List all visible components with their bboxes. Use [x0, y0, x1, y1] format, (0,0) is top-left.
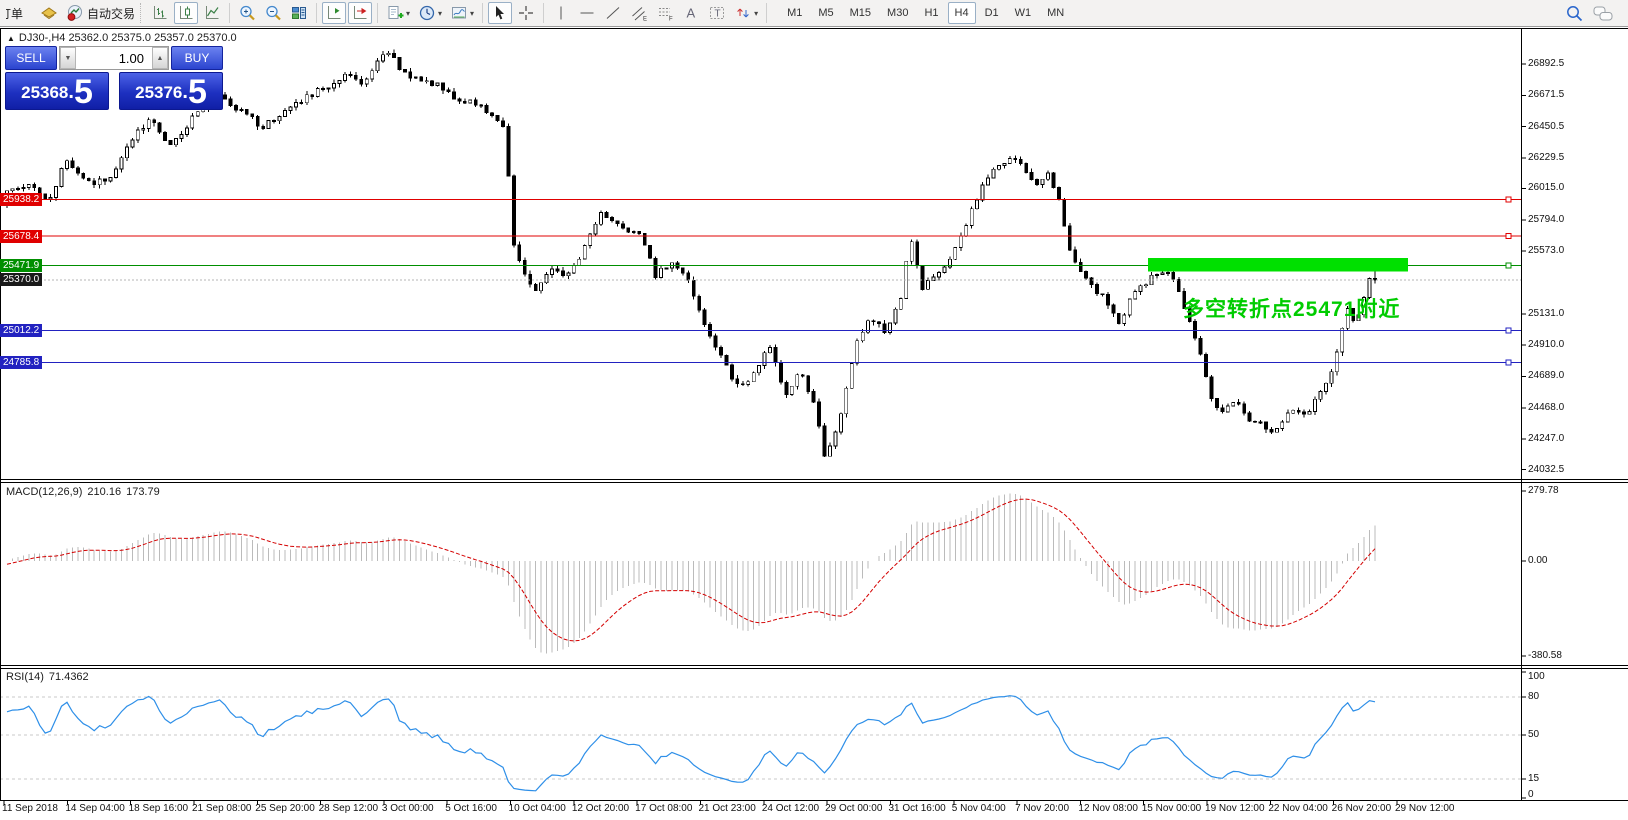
date-tick-label: 31 Oct 16:00	[888, 803, 945, 814]
price-tick-label: 24247.0	[1528, 433, 1564, 444]
date-tick-label: 21 Sep 08:00	[192, 803, 252, 814]
price-level-badge: 25471.9	[0, 259, 42, 272]
price-tick-label: 24689.0	[1528, 370, 1564, 381]
date-tick-label: 10 Oct 04:00	[509, 803, 566, 814]
candlestick-series	[6, 49, 1377, 457]
date-tick-label: 17 Oct 08:00	[635, 803, 692, 814]
date-tick-label: 29 Oct 00:00	[825, 803, 882, 814]
date-tick-label: 22 Nov 04:00	[1268, 803, 1328, 814]
rsi-axis-label: 100	[1528, 671, 1545, 682]
rsi-axis-label: 80	[1528, 691, 1539, 702]
sell-button[interactable]: SELL	[5, 46, 57, 70]
price-level-badge: 25678.4	[0, 230, 42, 243]
terminal-window: 订单 自动交易	[0, 0, 1628, 820]
buy-button[interactable]: BUY	[171, 46, 223, 70]
date-tick-label: 7 Nov 20:00	[1015, 803, 1069, 814]
volume-decrease-button[interactable]: ▼	[60, 47, 76, 69]
price-tick-label: 24910.0	[1528, 339, 1564, 350]
date-tick-label: 29 Nov 12:00	[1395, 803, 1455, 814]
price-tick-label: 25573.0	[1528, 245, 1564, 256]
date-tick-label: 5 Nov 04:00	[952, 803, 1006, 814]
date-tick-label: 26 Nov 20:00	[1332, 803, 1392, 814]
price-tick-label: 24032.5	[1528, 464, 1564, 475]
price-level-badge: 25938.2	[0, 193, 42, 206]
macd-axis-label: 0.00	[1528, 555, 1547, 566]
price-tick-label: 25794.0	[1528, 214, 1564, 225]
macd-axis-label: 279.78	[1528, 485, 1559, 496]
date-tick-label: 18 Sep 16:00	[129, 803, 189, 814]
date-tick-label: 12 Nov 08:00	[1078, 803, 1138, 814]
buy-price-box[interactable]: 25376.5	[119, 72, 223, 110]
chart-canvas[interactable]	[0, 0, 1628, 820]
volume-increase-button[interactable]: ▲	[152, 47, 168, 69]
sell-price-main: 25368	[21, 83, 68, 103]
price-tick-label: 24468.0	[1528, 402, 1564, 413]
date-tick-label: 25 Sep 20:00	[255, 803, 315, 814]
rsi-axis-label: 50	[1528, 729, 1539, 740]
current-price-badge: 25370.0	[0, 273, 42, 286]
date-tick-label: 21 Oct 23:00	[699, 803, 756, 814]
date-tick-label: 28 Sep 12:00	[319, 803, 379, 814]
one-click-trading-panel: SELL ▼ 1.00 ▲ BUY 25368.5 25376.5	[5, 46, 223, 110]
price-tick-label: 25131.0	[1528, 308, 1564, 319]
sell-price-frac: 5	[74, 79, 93, 107]
macd-axis-label: -380.58	[1528, 650, 1562, 661]
buy-price-main: 25376	[135, 83, 182, 103]
date-tick-label: 5 Oct 16:00	[445, 803, 497, 814]
rsi-axis-label: 15	[1528, 773, 1539, 784]
price-tick-label: 26229.5	[1528, 152, 1564, 163]
date-tick-label: 11 Sep 2018	[2, 803, 58, 814]
price-tick-label: 26892.5	[1528, 58, 1564, 69]
volume-input[interactable]: 1.00	[76, 47, 152, 69]
date-tick-label: 3 Oct 00:00	[382, 803, 434, 814]
date-tick-label: 12 Oct 20:00	[572, 803, 629, 814]
rsi-axis-label: 0	[1528, 789, 1534, 800]
date-tick-label: 19 Nov 12:00	[1205, 803, 1265, 814]
price-tick-label: 26015.0	[1528, 182, 1564, 193]
price-tick-label: 26450.5	[1528, 121, 1564, 132]
volume-spinner: ▼ 1.00 ▲	[59, 46, 169, 70]
buy-price-frac: 5	[188, 79, 207, 107]
date-tick-label: 15 Nov 00:00	[1142, 803, 1202, 814]
price-level-badge: 25012.2	[0, 324, 42, 337]
price-tick-label: 26671.5	[1528, 89, 1564, 100]
date-tick-label: 24 Oct 12:00	[762, 803, 819, 814]
price-level-badge: 24785.8	[0, 356, 42, 369]
date-tick-label: 14 Sep 04:00	[65, 803, 125, 814]
sell-price-box[interactable]: 25368.5	[5, 72, 109, 110]
